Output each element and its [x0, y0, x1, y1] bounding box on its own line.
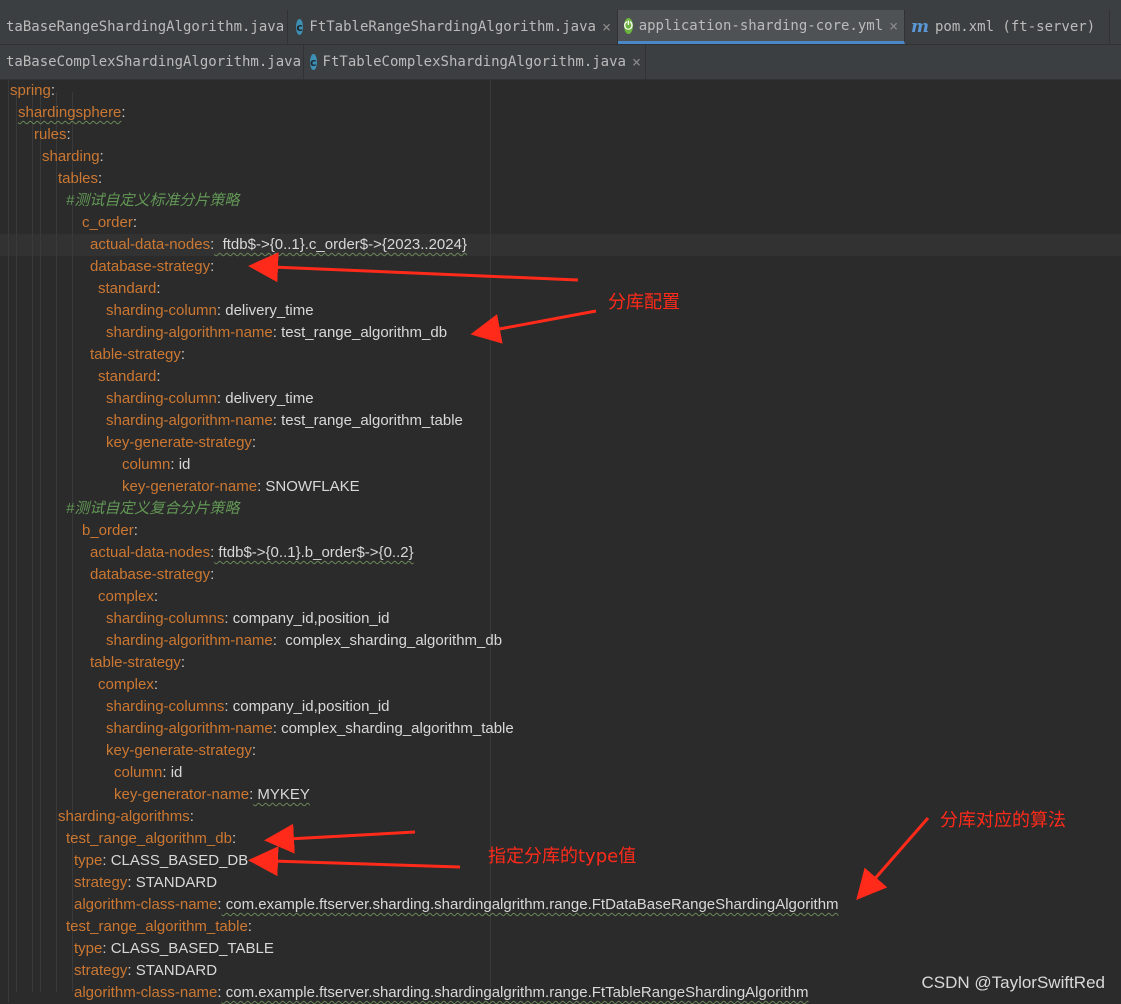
arrow-sharding-algorithm-name	[470, 309, 597, 344]
arrow-type-value	[248, 846, 461, 877]
annotation-arrows	[248, 252, 930, 901]
arrow-database-strategy	[248, 252, 579, 283]
watermark: CSDN @TaylorSwiftRed	[921, 973, 1105, 992]
arrow-algorithm-class	[856, 817, 930, 901]
arrow-algorithm-db-key	[264, 823, 416, 854]
